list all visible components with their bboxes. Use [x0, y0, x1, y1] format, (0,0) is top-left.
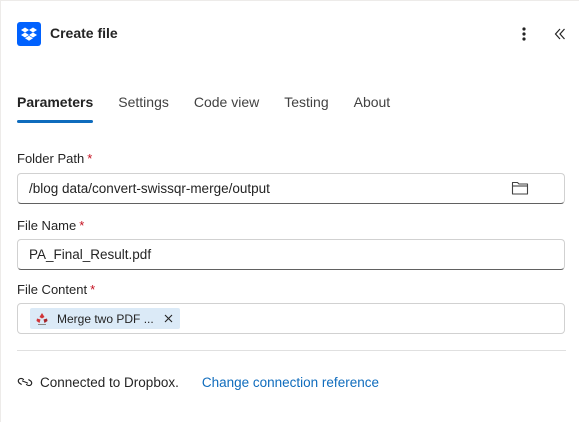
more-options-button[interactable] — [513, 23, 535, 45]
tab-settings[interactable]: Settings — [118, 91, 169, 123]
page-title: Create file — [50, 25, 118, 41]
more-vertical-icon — [522, 27, 526, 41]
required-marker: * — [90, 282, 96, 297]
connection-text: Connected to Dropbox. — [40, 374, 179, 390]
file-content-label: File Content * — [17, 282, 95, 297]
folder-path-input[interactable]: /blog data/convert-swissqr-merge/output — [17, 173, 565, 204]
file-name-value: PA_Final_Result.pdf — [29, 247, 152, 262]
folder-path-label: Folder Path * — [17, 151, 92, 166]
token-label: Merge two PDF ... — [57, 311, 154, 326]
change-connection-link[interactable]: Change connection reference — [202, 375, 379, 390]
dynamic-content-token[interactable]: Merge two PDF ... — [30, 308, 180, 329]
tab-list: Parameters Settings Code view Testing Ab… — [17, 91, 415, 123]
required-marker: * — [87, 151, 93, 166]
file-name-label-text: File Name — [17, 218, 77, 233]
tab-about[interactable]: About — [354, 91, 391, 123]
required-marker: * — [79, 218, 85, 233]
file-name-label: File Name * — [17, 218, 84, 233]
folder-browse-icon[interactable] — [511, 180, 529, 196]
connection-link-icon — [17, 377, 33, 387]
double-chevron-left-icon — [554, 28, 565, 40]
file-name-input[interactable]: PA_Final_Result.pdf — [17, 239, 565, 270]
connection-status: Connected to Dropbox. Change connection … — [17, 373, 379, 391]
tab-parameters[interactable]: Parameters — [17, 91, 94, 123]
remove-token-icon[interactable] — [163, 313, 175, 325]
tab-testing[interactable]: Testing — [284, 91, 328, 123]
tab-code-view[interactable]: Code view — [194, 91, 259, 123]
panel-header: Create file — [1, 1, 579, 67]
folder-path-value: /blog data/convert-swissqr-merge/output — [29, 181, 270, 196]
dropbox-icon — [17, 22, 41, 46]
pdf-merge-app-icon — [34, 311, 50, 327]
folder-path-label-text: Folder Path — [17, 151, 85, 166]
collapse-panel-button[interactable] — [549, 23, 571, 45]
file-content-input[interactable]: Merge two PDF ... — [17, 303, 565, 334]
divider — [17, 350, 566, 351]
action-panel: Create file Parameters Settings Code vie… — [0, 0, 579, 422]
file-content-label-text: File Content — [17, 282, 88, 297]
